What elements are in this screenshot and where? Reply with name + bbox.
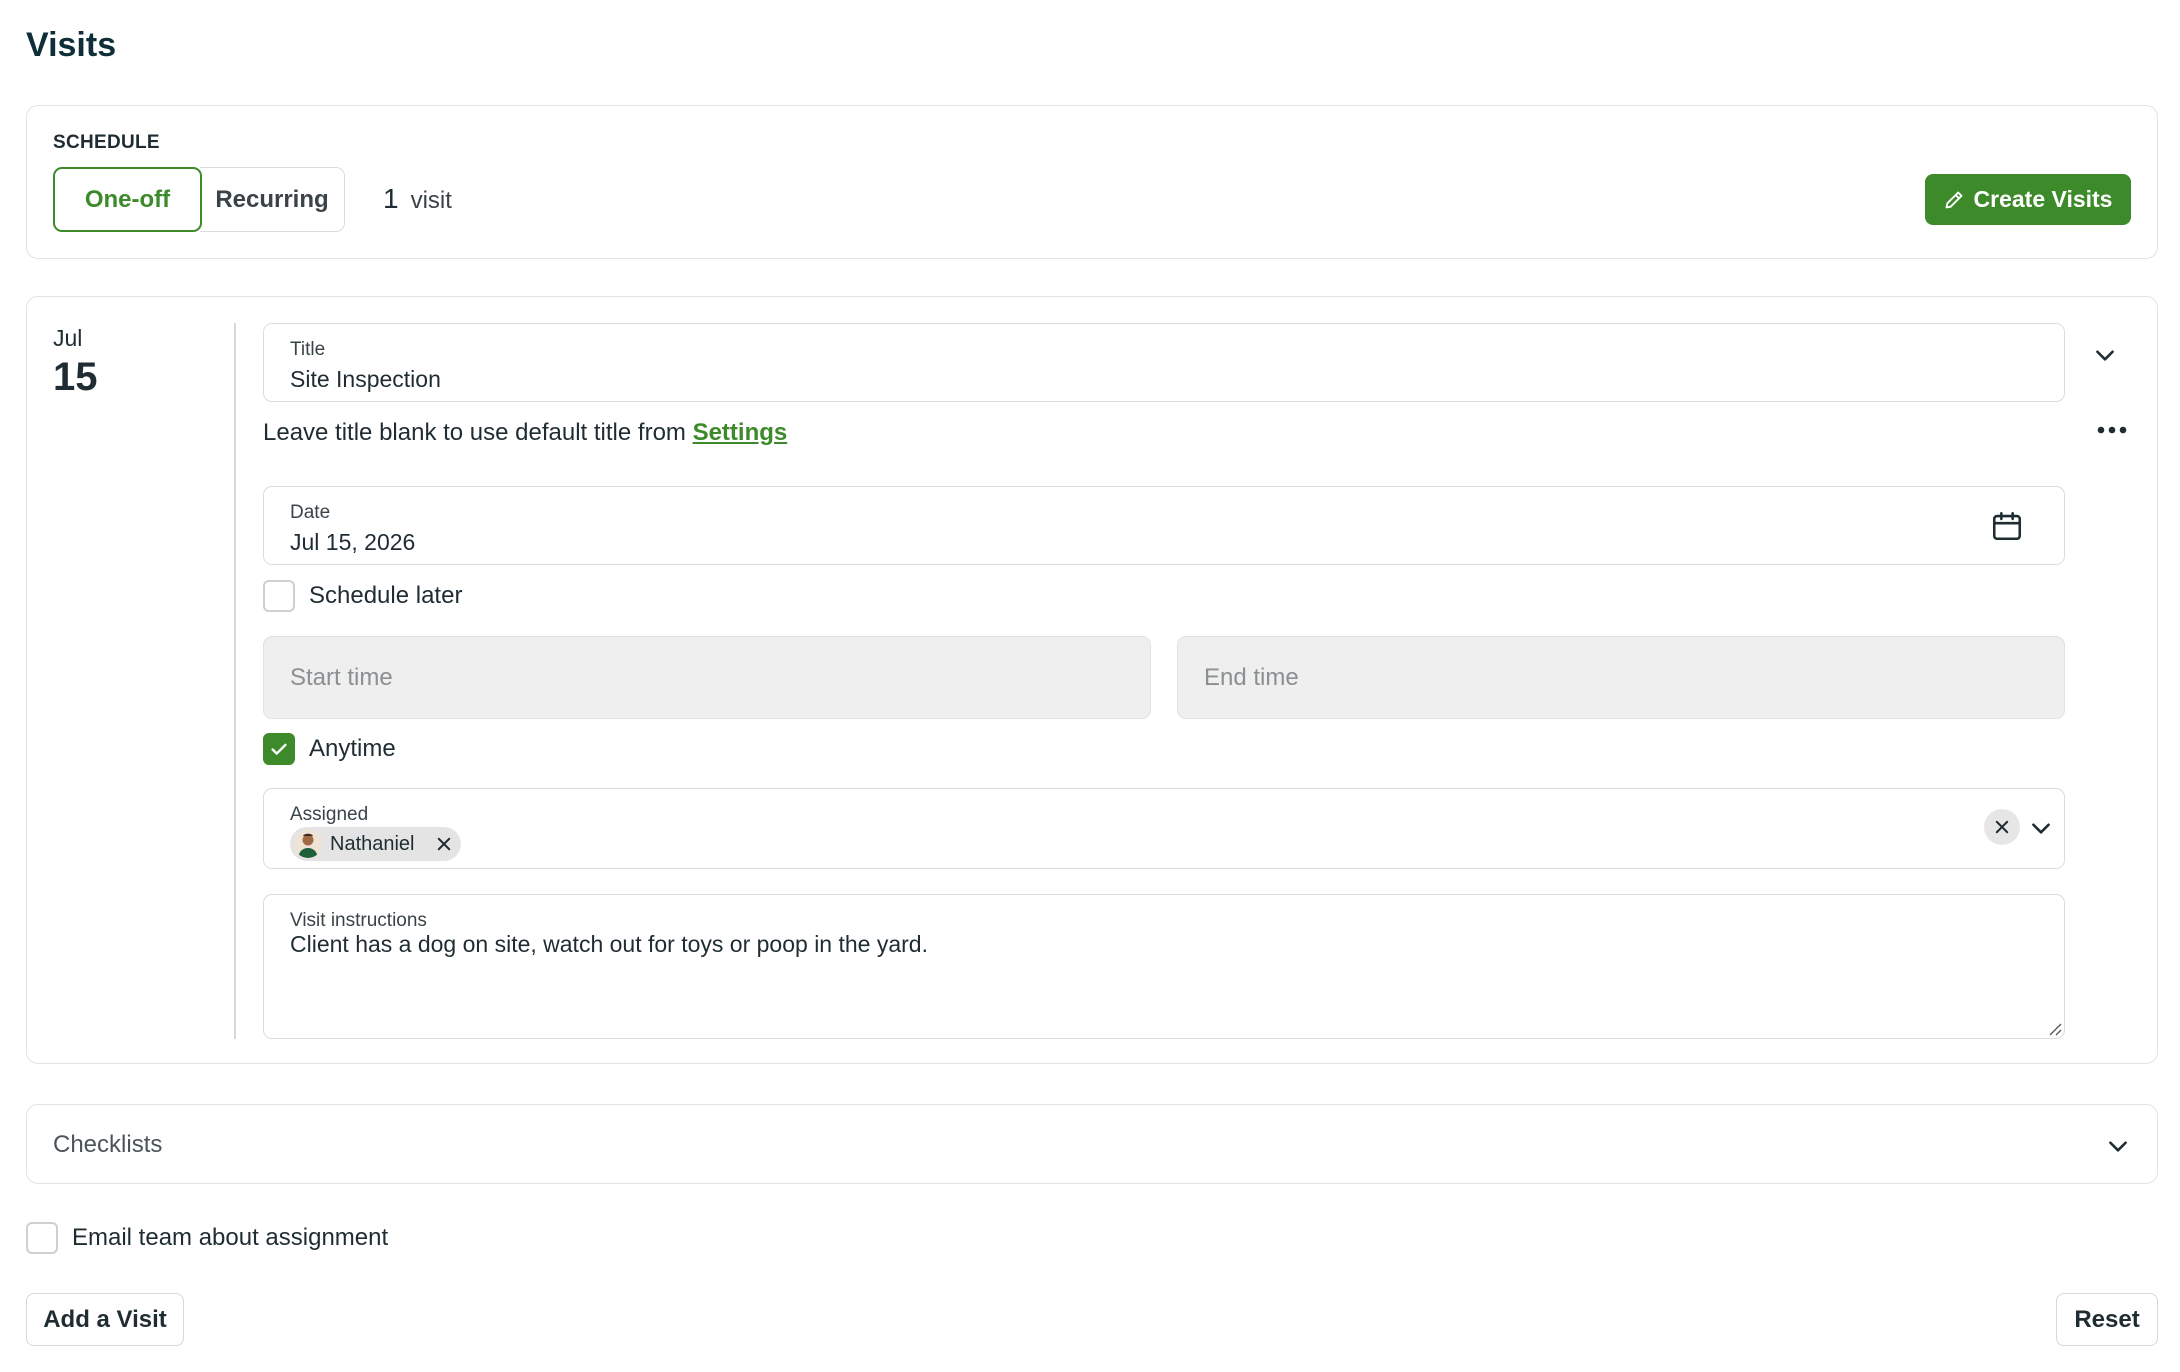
chevron-down-icon[interactable]: [2092, 342, 2118, 368]
reset-button[interactable]: Reset: [2056, 1293, 2158, 1346]
start-time-placeholder: Start time: [290, 664, 393, 691]
assigned-field-label: Assigned: [290, 804, 369, 825]
create-visits-label: Create Visits: [1973, 186, 2113, 212]
title-field-value: Site Inspection: [290, 366, 441, 392]
anytime-row[interactable]: Anytime: [263, 733, 396, 765]
assigned-field[interactable]: Assigned Nathaniel: [263, 788, 2065, 869]
visit-date-day: 15: [53, 355, 98, 399]
more-options-icon[interactable]: [2097, 425, 2127, 435]
title-field[interactable]: Title Site Inspection: [263, 323, 2065, 402]
visit-count: 1 visit: [383, 183, 452, 215]
end-time-field[interactable]: End time: [1177, 636, 2065, 719]
schedule-later-checkbox[interactable]: [263, 580, 295, 612]
schedule-label: SCHEDULE: [53, 132, 160, 153]
date-field-value: Jul 15, 2026: [290, 529, 416, 555]
clear-assignees-button[interactable]: [1984, 809, 2020, 845]
start-time-field[interactable]: Start time: [263, 636, 1151, 719]
visit-count-number: 1: [383, 183, 399, 214]
email-team-label: Email team about assignment: [72, 1224, 389, 1251]
email-team-checkbox[interactable]: [26, 1222, 58, 1254]
calendar-icon[interactable]: [1990, 509, 2024, 543]
resize-handle-icon[interactable]: [2046, 1020, 2062, 1036]
assignee-chip: Nathaniel: [290, 827, 461, 861]
visit-count-unit: visit: [410, 187, 452, 214]
page-title: Visits: [26, 26, 117, 64]
date-field-label: Date: [290, 502, 331, 523]
schedule-later-row[interactable]: Schedule later: [263, 580, 462, 612]
chevron-down-icon[interactable]: [2028, 815, 2054, 841]
visit-instructions-field[interactable]: Visit instructions Client has a dog on s…: [263, 894, 2065, 1039]
anytime-label: Anytime: [309, 735, 396, 762]
visit-instructions-label: Visit instructions: [290, 910, 427, 931]
add-visit-button[interactable]: Add a Visit: [26, 1293, 184, 1346]
visit-divider: [234, 323, 236, 1039]
schedule-later-label: Schedule later: [309, 582, 463, 609]
schedule-card: SCHEDULE One-off Recurring 1 visit Creat…: [26, 105, 2158, 259]
create-visits-button[interactable]: Create Visits: [1925, 174, 2131, 225]
visit-date-month: Jul: [53, 325, 83, 351]
chevron-down-icon[interactable]: [2105, 1133, 2131, 1159]
title-helper-label: Leave title blank to use default title f…: [263, 419, 686, 446]
title-helper-text: Leave title blank to use default title f…: [263, 419, 787, 447]
visit-card: Jul 15 Title Site Inspection Leave title…: [26, 296, 2158, 1064]
visit-instructions-value: Client has a dog on site, watch out for …: [290, 931, 928, 957]
schedule-type-toggle: One-off Recurring: [53, 167, 345, 232]
anytime-checkbox[interactable]: [263, 733, 295, 765]
checklists-section[interactable]: Checklists: [26, 1104, 2158, 1184]
remove-assignee-icon[interactable]: [435, 835, 453, 853]
checkmark-icon: [271, 743, 287, 755]
assignee-name: Nathaniel: [330, 832, 415, 855]
end-time-placeholder: End time: [1204, 664, 1299, 691]
close-icon: [1995, 820, 2009, 834]
tab-one-off[interactable]: One-off: [53, 167, 202, 232]
email-team-row[interactable]: Email team about assignment: [26, 1222, 388, 1254]
checklists-label: Checklists: [53, 1131, 163, 1158]
title-field-label: Title: [290, 339, 326, 360]
avatar: [294, 830, 322, 858]
tab-recurring[interactable]: Recurring: [200, 167, 345, 232]
settings-link[interactable]: Settings: [693, 419, 788, 446]
date-field[interactable]: Date Jul 15, 2026: [263, 486, 2065, 565]
pencil-icon: [1945, 191, 1962, 208]
